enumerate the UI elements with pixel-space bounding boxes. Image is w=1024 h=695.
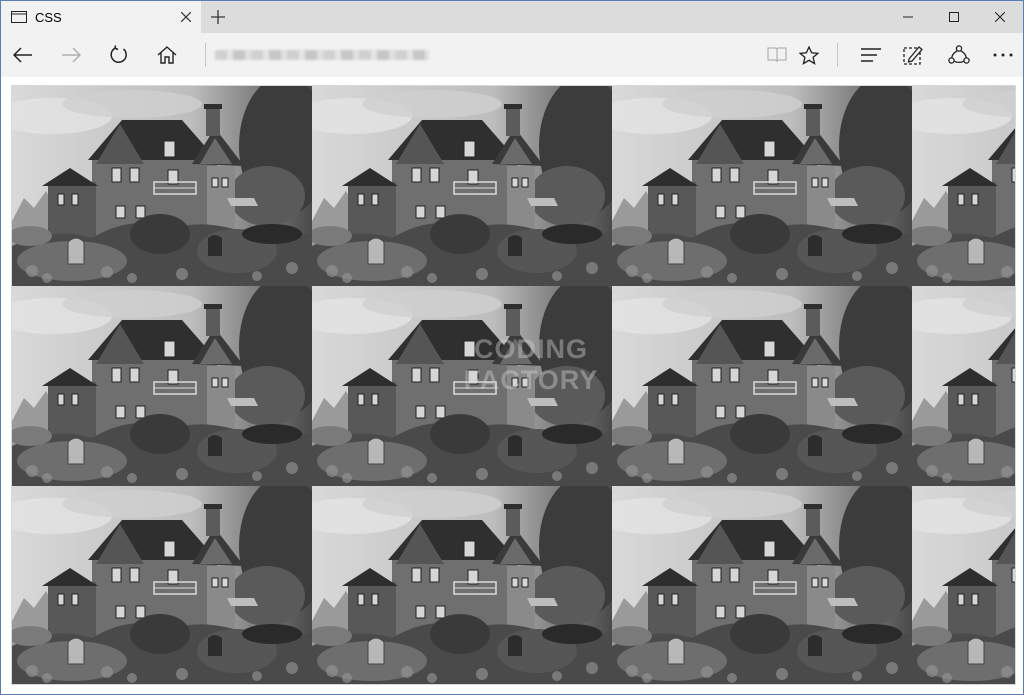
- house-image-tile: [912, 486, 1015, 684]
- star-icon: [799, 45, 819, 65]
- refresh-icon: [110, 45, 127, 63]
- back-arrow-icon: [13, 47, 32, 63]
- tab-css[interactable]: CSS: [1, 1, 201, 33]
- house-image-tile: [12, 86, 312, 286]
- maximize-button[interactable]: [931, 1, 977, 33]
- favorite-button[interactable]: [791, 37, 827, 73]
- page-content: CODING FACTORY: [1, 77, 1023, 694]
- title-bar: CSS: [1, 1, 1023, 33]
- toolbar-divider: [837, 43, 838, 67]
- house-image-tile: [612, 486, 912, 684]
- navigation-bar: [1, 33, 1023, 77]
- browser-window: CSS CODING FACTORY: [0, 0, 1024, 695]
- address-bar[interactable]: [215, 41, 745, 69]
- hub-icon: [861, 48, 881, 62]
- close-tab-button[interactable]: [175, 6, 197, 28]
- house-image-tile: [312, 486, 612, 684]
- close-window-button[interactable]: [977, 1, 1023, 33]
- hub-button[interactable]: [853, 37, 889, 73]
- refresh-button[interactable]: [101, 37, 137, 73]
- plus-icon: [211, 10, 225, 24]
- more-button[interactable]: [985, 37, 1021, 73]
- home-icon: [157, 46, 177, 64]
- reading-view-button[interactable]: [759, 37, 795, 73]
- pen-note-icon: [903, 46, 923, 65]
- tiled-background: [11, 85, 1016, 685]
- house-image-tile: [912, 286, 1015, 486]
- house-image-tile: [312, 286, 612, 486]
- share-button[interactable]: [941, 37, 977, 73]
- page-icon: [11, 11, 27, 23]
- close-icon: [995, 12, 1005, 22]
- home-button[interactable]: [149, 37, 185, 73]
- forward-button[interactable]: [53, 37, 89, 73]
- house-image-tile: [912, 86, 1015, 286]
- new-tab-button[interactable]: [205, 5, 231, 29]
- minimize-icon: [903, 16, 913, 18]
- share-icon: [948, 45, 970, 64]
- close-icon: [181, 12, 191, 22]
- house-image-tile: [12, 486, 312, 684]
- tab-title: CSS: [35, 9, 62, 25]
- book-icon: [767, 47, 787, 63]
- web-note-button[interactable]: [895, 37, 931, 73]
- house-image-tile: [612, 286, 912, 486]
- more-icon: [993, 53, 1013, 57]
- minimize-button[interactable]: [885, 1, 931, 33]
- back-button[interactable]: [5, 37, 41, 73]
- forward-arrow-icon: [62, 47, 81, 63]
- toolbar-divider: [205, 43, 206, 67]
- house-image-tile: [12, 286, 312, 486]
- maximize-icon: [949, 12, 959, 22]
- house-image-tile: [612, 86, 912, 286]
- house-image-tile: [312, 86, 612, 286]
- blurred-url: [215, 50, 429, 60]
